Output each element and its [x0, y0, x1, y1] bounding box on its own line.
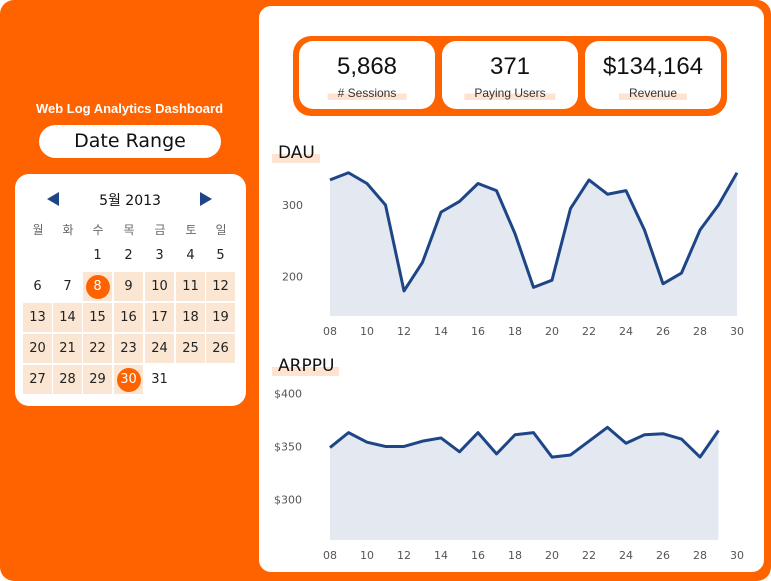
weekday-label: 화 [62, 223, 74, 237]
weekday-label: 수 [92, 223, 104, 237]
weekday-label: 토 [185, 223, 197, 237]
triangle-left-icon[interactable] [47, 192, 59, 206]
kpi-label: # Sessions [327, 86, 407, 100]
x-tick-label: 12 [397, 549, 411, 562]
kpi-value: $134,164 [602, 53, 704, 80]
y-tick-label: $300 [274, 494, 302, 507]
series-area [330, 427, 719, 540]
app-title: Web Log Analytics Dashboard [35, 101, 224, 116]
x-tick-label: 20 [545, 325, 559, 338]
x-tick-label: 30 [730, 549, 744, 562]
x-tick-label: 18 [508, 325, 522, 338]
calendar-day[interactable]: 4 [176, 241, 205, 270]
x-tick-label: 24 [619, 549, 633, 562]
kpi-strip: 5,868 # Sessions 371 Paying Users $134,1… [293, 36, 727, 116]
calendar-day[interactable]: 1 [83, 241, 112, 270]
calendar-day[interactable]: 17 [145, 303, 174, 332]
calendar-day[interactable]: 19 [206, 303, 235, 332]
x-tick-label: 24 [619, 325, 633, 338]
calendar-day[interactable]: 29 [83, 365, 112, 394]
calendar-day[interactable]: 23 [114, 334, 143, 363]
x-tick-label: 30 [730, 325, 744, 338]
calendar-day[interactable]: 30 [114, 365, 143, 394]
calendar-day[interactable]: 5 [206, 241, 235, 270]
dau-chart: 08 10 12 14 16 18 20 22 24 26 28 30 200 300 [282, 171, 744, 338]
arppu-chart-title: ARPPU [272, 356, 340, 376]
y-tick-label: 300 [282, 199, 303, 212]
calendar-day[interactable]: 26 [206, 334, 235, 363]
calendar-day[interactable]: 21 [53, 334, 82, 363]
calendar-day[interactable]: 14 [53, 303, 82, 332]
x-tick-label: 14 [434, 549, 448, 562]
x-tick-label: 18 [508, 549, 522, 562]
calendar-day[interactable]: 9 [114, 272, 143, 301]
series-area [330, 172, 737, 316]
kpi-label: Paying Users [464, 86, 556, 100]
x-tick-label: 28 [693, 325, 707, 338]
calendar-day[interactable]: 31 [145, 365, 174, 394]
calendar-day[interactable]: 7 [53, 272, 82, 301]
kpi-sessions: 5,868 # Sessions [299, 41, 435, 109]
calendar-day[interactable]: 18 [176, 303, 205, 332]
calendar-day[interactable]: 6 [23, 272, 52, 301]
x-tick-label: 10 [360, 549, 374, 562]
calendar-day[interactable]: 24 [145, 334, 174, 363]
calendar-day[interactable]: 3 [145, 241, 174, 270]
calendar-day[interactable]: 11 [176, 272, 205, 301]
calendar-day[interactable]: 20 [23, 334, 52, 363]
x-tick-label: 28 [693, 549, 707, 562]
x-tick-label: 22 [582, 549, 596, 562]
calendar-day[interactable]: 15 [83, 303, 112, 332]
weekday-label: 일 [215, 223, 227, 237]
y-tick-label: 200 [282, 271, 303, 284]
x-tick-label: 08 [323, 325, 337, 338]
weekday-label: 월 [32, 223, 44, 237]
weekday-label: 금 [154, 223, 166, 237]
weekday-label: 목 [123, 223, 135, 237]
calendar: 5월 2013 월 화 수 목 금 토 일 1 2 3 4 5 6 7 8 9 10 11 12 13 14 15 16 17… [15, 174, 246, 406]
calendar-month-label: 5월 2013 [99, 193, 161, 209]
calendar-day[interactable]: 28 [53, 365, 82, 394]
calendar-day[interactable]: 2 [114, 241, 143, 270]
kpi-label: Revenue [618, 86, 688, 100]
kpi-paying-users: 371 Paying Users [442, 41, 578, 109]
calendar-day[interactable]: 27 [23, 365, 52, 394]
kpi-revenue: $134,164 Revenue [585, 41, 721, 109]
x-tick-label: 10 [360, 325, 374, 338]
kpi-value: 5,868 [336, 53, 398, 80]
calendar-day[interactable]: 10 [145, 272, 174, 301]
calendar-day[interactable]: 16 [114, 303, 143, 332]
y-tick-label: $400 [274, 387, 302, 400]
date-range-button[interactable]: Date Range [39, 125, 221, 158]
x-tick-label: 20 [545, 549, 559, 562]
calendar-day[interactable]: 22 [83, 334, 112, 363]
arppu-chart: 08 10 12 14 16 18 20 22 24 26 28 30 $400 $350 $300 [274, 387, 744, 562]
calendar-day[interactable]: 8 [83, 272, 112, 301]
y-tick-label: $350 [274, 440, 302, 453]
selected-day-marker: 30 [116, 368, 141, 392]
triangle-right-icon[interactable] [200, 192, 212, 206]
x-tick-label: 16 [471, 549, 485, 562]
x-tick-label: 16 [471, 325, 485, 338]
x-tick-label: 26 [656, 325, 670, 338]
x-tick-label: 26 [656, 549, 670, 562]
kpi-value: 371 [489, 53, 531, 80]
calendar-day[interactable]: 12 [206, 272, 235, 301]
x-tick-label: 12 [397, 325, 411, 338]
calendar-day[interactable]: 25 [176, 334, 205, 363]
selected-day-marker: 8 [85, 275, 110, 299]
x-tick-label: 14 [434, 325, 448, 338]
calendar-day[interactable]: 13 [23, 303, 52, 332]
x-tick-label: 08 [323, 549, 337, 562]
x-tick-label: 22 [582, 325, 596, 338]
